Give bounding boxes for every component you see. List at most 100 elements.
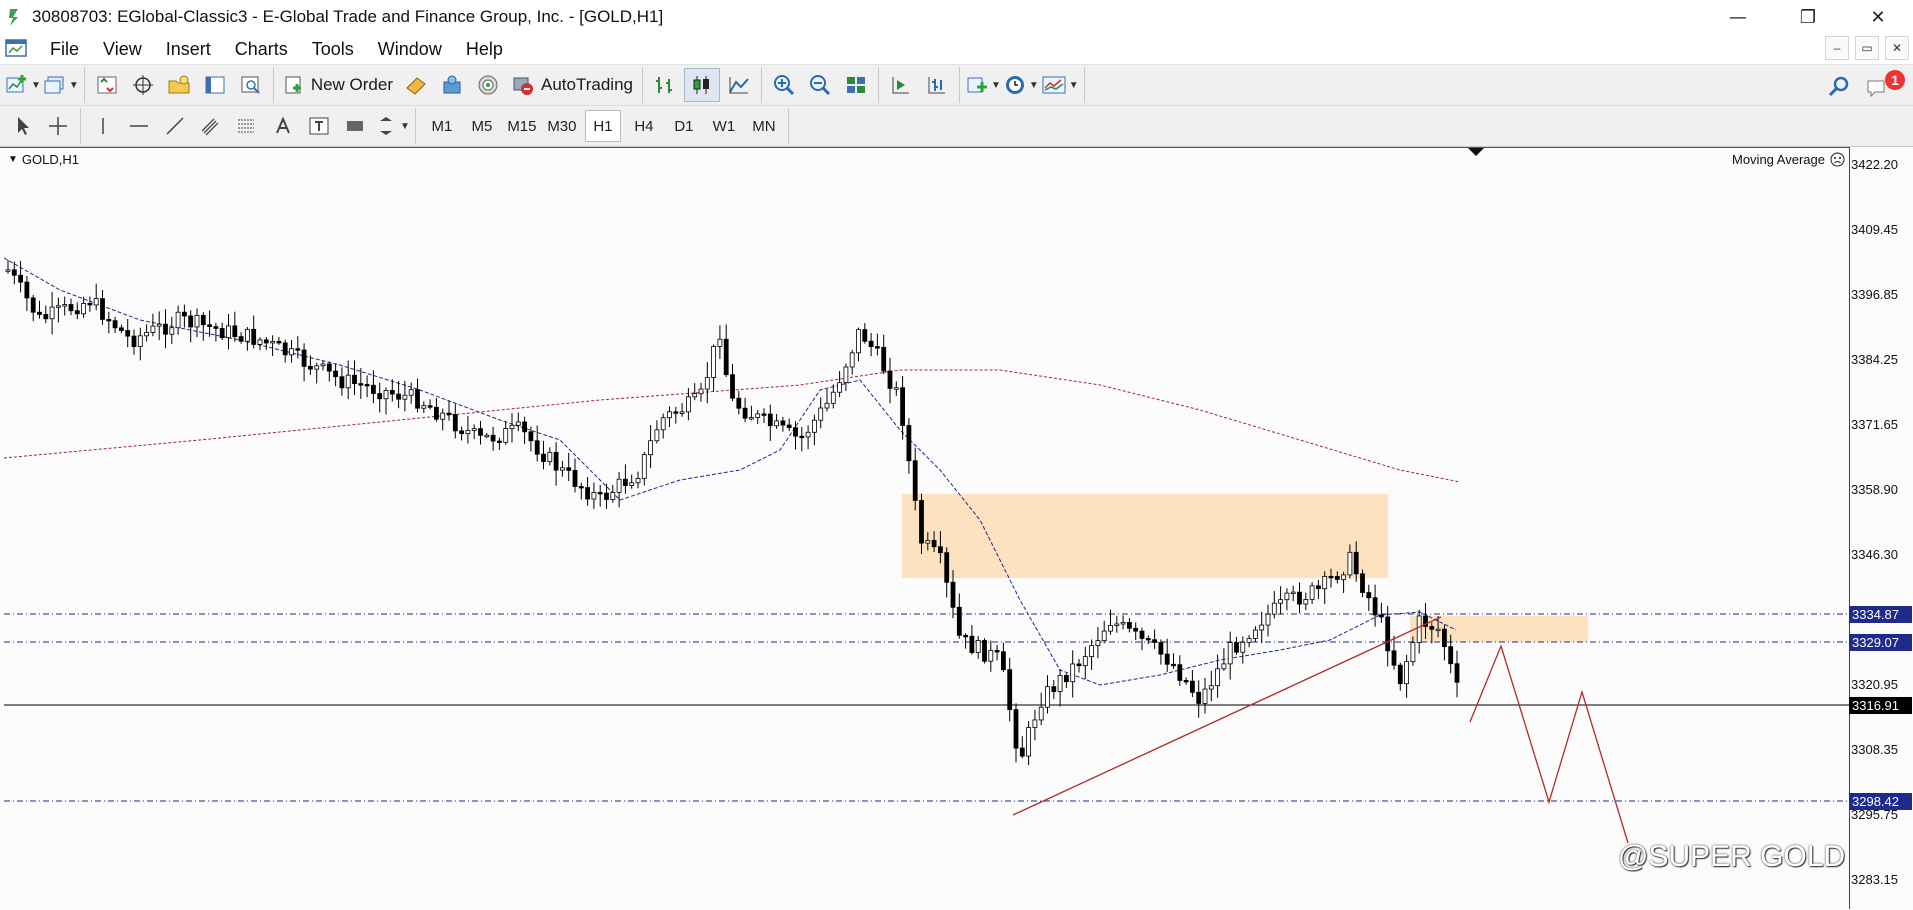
auto-scroll-button[interactable]	[884, 69, 918, 101]
chevron-down-icon[interactable]: ▼	[1029, 80, 1039, 91]
clock-icon	[1005, 76, 1024, 94]
timeframe-d1[interactable]: D1	[667, 111, 701, 141]
chart-symbol-header[interactable]: ▼ GOLD,H1	[8, 152, 79, 167]
market-button[interactable]	[435, 69, 469, 101]
tile-windows-button[interactable]	[839, 69, 873, 101]
chart-symbol-label: GOLD,H1	[21, 152, 79, 167]
cursor-tool[interactable]	[5, 110, 39, 142]
menu-charts[interactable]: Charts	[223, 39, 300, 60]
timeframe-m15[interactable]: M15	[505, 111, 539, 141]
market-watch-button[interactable]	[90, 69, 124, 101]
chart-window-icon[interactable]	[4, 37, 30, 61]
crosshair-icon	[49, 117, 67, 135]
terminal-button[interactable]	[198, 69, 232, 101]
timeframe-h4[interactable]: H4	[627, 111, 661, 141]
zoom-in-button[interactable]	[767, 69, 801, 101]
chevron-down-icon[interactable]: ▼	[400, 121, 410, 132]
line-chart-button[interactable]	[722, 69, 756, 101]
text-tool[interactable]	[266, 110, 300, 142]
drawing-toolbar: ▼ M1 M5 M15 M30 H1 H4 D1 W1 MN	[0, 106, 1913, 147]
autotrading-button[interactable]: AutoTrading	[507, 69, 637, 101]
standard-toolbar: ▼ ▼ New Order AutoTrading ▼ ▼ ▼	[0, 65, 1913, 106]
metaeditor-button[interactable]	[399, 69, 433, 101]
arrows-icon	[380, 117, 392, 135]
navigator-button[interactable]	[162, 69, 196, 101]
trendline-icon	[166, 117, 184, 135]
menu-window[interactable]: Window	[366, 39, 454, 60]
signals-button[interactable]	[471, 69, 505, 101]
channel-icon	[201, 118, 219, 136]
price-tag-3329: 3329.07	[1849, 634, 1912, 651]
minimize-button[interactable]: —	[1703, 0, 1773, 34]
search-icon	[1828, 76, 1849, 97]
indicator-label[interactable]: Moving Average	[1732, 152, 1845, 167]
new-chart-button[interactable]: ▼	[5, 69, 41, 101]
chart-shift-button[interactable]	[920, 69, 954, 101]
title-bar: 30808703: EGlobal-Classic3 - E-Global Tr…	[0, 0, 1913, 34]
menu-insert[interactable]: Insert	[154, 39, 223, 60]
chevron-down-icon[interactable]: ▼	[991, 80, 1001, 91]
auto-scroll-icon	[892, 77, 909, 94]
data-window-button[interactable]	[126, 69, 160, 101]
text-label-tool[interactable]	[302, 110, 336, 142]
mdi-controls: – ▭ ✕	[1825, 36, 1909, 60]
fibonacci-tool[interactable]	[230, 110, 264, 142]
new-order-icon	[285, 76, 301, 94]
menu-tools[interactable]: Tools	[300, 39, 366, 60]
strategy-tester-button[interactable]	[234, 69, 268, 101]
bar-chart-icon	[655, 77, 672, 93]
arrows-tool[interactable]: ▼	[374, 110, 410, 142]
watermark-text: @SUPER GOLD	[1618, 840, 1846, 873]
new-order-button[interactable]: New Order	[279, 69, 397, 101]
chevron-down-icon[interactable]: ▼	[31, 80, 41, 91]
indicators-button[interactable]: ▼	[965, 69, 1001, 101]
timeframe-h1[interactable]: H1	[584, 110, 621, 142]
rectangle-tool[interactable]	[338, 110, 372, 142]
menu-view[interactable]: View	[91, 39, 154, 60]
sad-face-icon	[1830, 152, 1845, 167]
notification-badge[interactable]: 1	[1885, 70, 1905, 90]
candlestick-button[interactable]	[683, 68, 720, 102]
periods-button[interactable]: ▼	[1003, 69, 1039, 101]
vertical-line-tool[interactable]	[86, 110, 120, 142]
close-button[interactable]: ✕	[1843, 0, 1913, 34]
market-watch-icon	[97, 76, 117, 94]
price-tick: 3384.25	[1851, 352, 1898, 367]
price-tick: 3358.90	[1851, 482, 1898, 497]
navigator-folder-icon	[168, 75, 190, 94]
crosshair-tool[interactable]	[41, 110, 75, 142]
zoom-in-icon	[773, 75, 795, 96]
caret-down-icon[interactable]: ▼	[8, 154, 18, 165]
chevron-down-icon[interactable]: ▼	[69, 80, 79, 91]
bar-chart-button[interactable]	[648, 69, 682, 101]
profiles-button[interactable]: ▼	[43, 69, 79, 101]
timeframe-w1[interactable]: W1	[707, 111, 741, 141]
chevron-down-icon[interactable]: ▼	[1069, 80, 1079, 91]
chart-area[interactable]	[0, 147, 1913, 910]
autotrading-label: AutoTrading	[541, 75, 633, 94]
current-price-tag: 3316.91	[1849, 697, 1912, 714]
timeframe-m30[interactable]: M30	[545, 111, 579, 141]
maximize-button[interactable]: ❐	[1773, 0, 1843, 34]
signals-icon	[478, 75, 498, 95]
search-button[interactable]	[1822, 71, 1856, 103]
zoom-out-button[interactable]	[803, 69, 837, 101]
app-logo-icon	[9, 9, 18, 26]
timeframe-m1[interactable]: M1	[425, 111, 459, 141]
templates-icon	[1042, 76, 1066, 94]
equidistant-channel-tool[interactable]	[194, 110, 228, 142]
price-tick: 3320.95	[1851, 677, 1898, 692]
price-tag-3298: 3298.42	[1849, 793, 1912, 810]
menu-help[interactable]: Help	[454, 39, 515, 60]
mdi-restore-button[interactable]: ▭	[1855, 36, 1879, 60]
mdi-minimize-button[interactable]: –	[1825, 36, 1849, 60]
menu-file[interactable]: File	[38, 39, 91, 60]
horizontal-line-tool[interactable]	[122, 110, 156, 142]
crosshair-target-icon	[132, 75, 153, 95]
trendline-tool[interactable]	[158, 110, 192, 142]
timeframe-m5[interactable]: M5	[465, 111, 499, 141]
mdi-close-button[interactable]: ✕	[1885, 36, 1909, 60]
timeframe-mn[interactable]: MN	[747, 111, 781, 141]
price-tick: 3308.35	[1851, 742, 1898, 757]
templates-button[interactable]: ▼	[1041, 69, 1079, 101]
